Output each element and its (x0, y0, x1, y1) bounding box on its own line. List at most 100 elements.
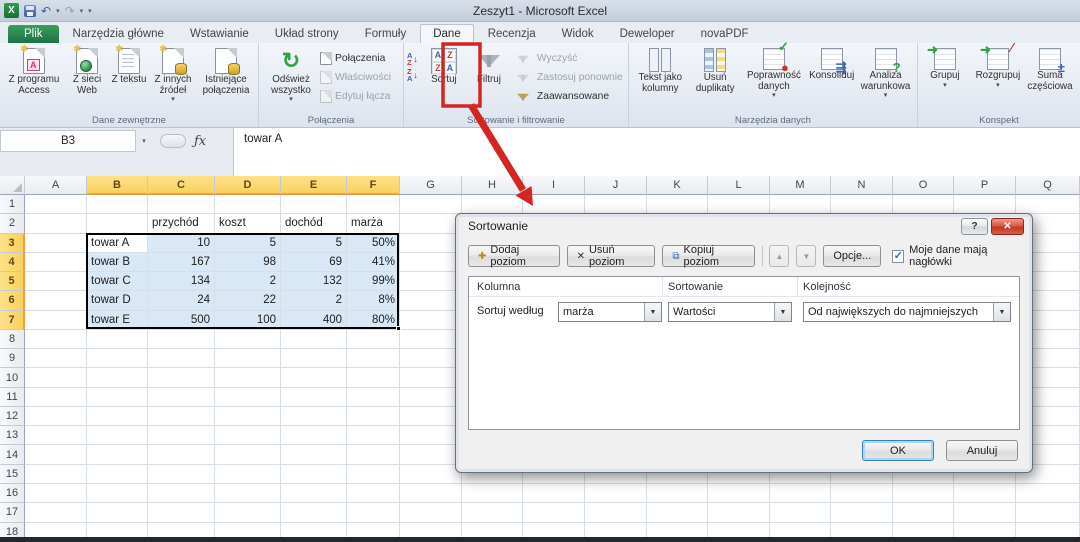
tab-formulas[interactable]: Formuły (353, 25, 419, 43)
cell-A1[interactable] (25, 195, 87, 214)
dropdown-arrow-icon[interactable]: ▼ (644, 303, 661, 321)
tab-review[interactable]: Recenzja (476, 25, 548, 43)
cell-D9[interactable] (215, 349, 281, 368)
column-header-E[interactable]: E (281, 176, 347, 195)
cancel-button[interactable]: Anuluj (946, 440, 1018, 461)
cell-G17[interactable] (400, 503, 462, 522)
cell-F10[interactable] (347, 368, 400, 387)
cell-Q17[interactable] (1016, 503, 1080, 522)
cell-B1[interactable] (87, 195, 148, 214)
cell-C8[interactable] (148, 330, 215, 349)
subtotal-button[interactable]: ± Suma częściowa (1027, 46, 1073, 92)
cell-A14[interactable] (25, 445, 87, 464)
cell-A15[interactable] (25, 465, 87, 484)
cell-G3[interactable] (400, 234, 462, 253)
cell-A17[interactable] (25, 503, 87, 522)
cell-A8[interactable] (25, 330, 87, 349)
cell-E6[interactable]: 2 (281, 291, 347, 310)
consolidate-button[interactable]: ⇶ Konsoliduj (806, 46, 857, 82)
column-header-F[interactable]: F (347, 176, 400, 195)
cell-G12[interactable] (400, 407, 462, 426)
column-header-O[interactable]: O (893, 176, 954, 195)
cell-C6[interactable]: 24 (148, 291, 215, 310)
cell-F8[interactable] (347, 330, 400, 349)
cell-E5[interactable]: 132 (281, 272, 347, 291)
cell-C16[interactable] (148, 484, 215, 503)
cell-M1[interactable] (770, 195, 831, 214)
headers-checkbox-wrap[interactable]: ✓ Moje dane mają nagłówki (892, 244, 1020, 268)
cell-L1[interactable] (708, 195, 770, 214)
connections-button[interactable]: Połączenia (320, 50, 391, 67)
cell-G13[interactable] (400, 426, 462, 445)
cell-B4[interactable]: towar B (87, 253, 148, 272)
cell-F4[interactable]: 41% (347, 253, 400, 272)
cell-L17[interactable] (708, 503, 770, 522)
cell-C11[interactable] (148, 388, 215, 407)
column-header-N[interactable]: N (831, 176, 893, 195)
cell-D5[interactable]: 2 (215, 272, 281, 291)
cell-C1[interactable] (148, 195, 215, 214)
row-header-11[interactable]: 11 (0, 388, 25, 407)
cell-I1[interactable] (523, 195, 585, 214)
cell-O17[interactable] (893, 503, 954, 522)
close-icon[interactable]: ✕ (991, 218, 1024, 235)
from-web-button[interactable]: ✱ Z sieci Web (65, 46, 109, 96)
name-box-caret-icon[interactable]: ▾ (137, 130, 151, 152)
cell-O16[interactable] (893, 484, 954, 503)
sort-za-button[interactable]: ZA ↓ (407, 68, 418, 82)
row-header-9[interactable]: 9 (0, 349, 25, 368)
cell-H1[interactable] (462, 195, 523, 214)
cell-K16[interactable] (647, 484, 708, 503)
group-button[interactable]: ➜ Grupuj ▾ (921, 46, 969, 89)
cell-E14[interactable] (281, 445, 347, 464)
cell-P17[interactable] (954, 503, 1016, 522)
row-header-5[interactable]: 5 (0, 272, 25, 291)
cell-A13[interactable] (25, 426, 87, 445)
cell-D10[interactable] (215, 368, 281, 387)
tab-view[interactable]: Widok (550, 25, 606, 43)
tab-data[interactable]: Dane (420, 24, 474, 43)
row-header-2[interactable]: 2 (0, 214, 25, 233)
cell-B6[interactable]: towar D (87, 291, 148, 310)
column-header-L[interactable]: L (708, 176, 770, 195)
dropdown-arrow-icon[interactable]: ▼ (993, 303, 1010, 321)
row-header-7[interactable]: 7 (0, 311, 25, 330)
cell-G6[interactable] (400, 291, 462, 310)
cell-F13[interactable] (347, 426, 400, 445)
cell-C10[interactable] (148, 368, 215, 387)
cell-F6[interactable]: 8% (347, 291, 400, 310)
cell-G1[interactable] (400, 195, 462, 214)
cell-F15[interactable] (347, 465, 400, 484)
insert-function-icon[interactable]: ƒx (194, 134, 206, 149)
cell-P16[interactable] (954, 484, 1016, 503)
cell-F3[interactable]: 50% (347, 234, 400, 253)
existing-connections-button[interactable]: Istniejące połączenia (197, 46, 255, 96)
row-header-6[interactable]: 6 (0, 291, 25, 310)
cell-E4[interactable]: 69 (281, 253, 347, 272)
cell-C17[interactable] (148, 503, 215, 522)
cell-J16[interactable] (585, 484, 647, 503)
column-header-H[interactable]: H (462, 176, 523, 195)
row-header-1[interactable]: 1 (0, 195, 25, 214)
cell-F9[interactable] (347, 349, 400, 368)
cell-F17[interactable] (347, 503, 400, 522)
name-box[interactable]: B3 (0, 130, 136, 152)
cell-D8[interactable] (215, 330, 281, 349)
checkbox-checked-icon[interactable]: ✓ (892, 250, 904, 263)
formula-input[interactable]: towar A (233, 128, 1080, 176)
cell-J1[interactable] (585, 195, 647, 214)
cell-B13[interactable] (87, 426, 148, 445)
cell-B3[interactable]: towar A (87, 234, 148, 253)
sort-column-dropdown[interactable]: marża ▼ (558, 302, 662, 322)
what-if-analysis-button[interactable]: ? Analiza warunkowa ▾ (857, 46, 914, 99)
cell-G16[interactable] (400, 484, 462, 503)
cell-B16[interactable] (87, 484, 148, 503)
column-header-B[interactable]: B (87, 176, 148, 195)
cell-E13[interactable] (281, 426, 347, 445)
cell-E17[interactable] (281, 503, 347, 522)
cell-I17[interactable] (523, 503, 585, 522)
column-header-I[interactable]: I (523, 176, 585, 195)
cell-C4[interactable]: 167 (148, 253, 215, 272)
cell-D11[interactable] (215, 388, 281, 407)
cell-B7[interactable]: towar E (87, 311, 148, 330)
